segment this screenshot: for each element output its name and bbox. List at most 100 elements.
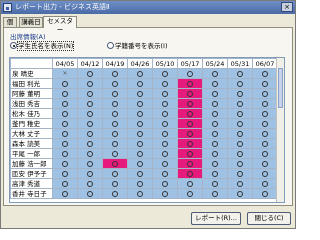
attendance-cell[interactable] xyxy=(152,68,178,79)
attendance-cell[interactable] xyxy=(102,138,128,149)
close-icon[interactable]: × xyxy=(281,2,293,12)
attendance-cell[interactable] xyxy=(52,178,78,189)
attendance-cell[interactable] xyxy=(202,178,228,189)
attendance-cell[interactable] xyxy=(252,138,278,149)
attendance-cell[interactable] xyxy=(227,98,253,109)
attendance-cell[interactable] xyxy=(127,68,153,79)
attendance-cell[interactable] xyxy=(127,88,153,99)
student-row[interactable]: 福田 利光 xyxy=(10,78,278,89)
attendance-cell[interactable] xyxy=(77,118,103,129)
attendance-cell[interactable] xyxy=(77,128,103,139)
attendance-cell[interactable] xyxy=(102,148,128,159)
student-row[interactable]: 阿藤 董明 xyxy=(10,88,278,99)
attendance-cell[interactable] xyxy=(77,68,103,79)
attendance-cell[interactable] xyxy=(177,88,203,99)
attendance-cell[interactable] xyxy=(202,138,228,149)
attendance-cell[interactable] xyxy=(177,68,203,79)
attendance-cell[interactable] xyxy=(227,78,253,89)
attendance-cell[interactable] xyxy=(52,108,78,119)
student-row[interactable]: 浅田 秀吉 xyxy=(10,98,278,109)
attendance-cell[interactable] xyxy=(52,188,78,199)
attendance-cell[interactable] xyxy=(52,158,78,169)
attendance-cell[interactable] xyxy=(77,78,103,89)
attendance-cell[interactable] xyxy=(52,138,78,149)
attendance-cell[interactable] xyxy=(177,98,203,109)
attendance-cell[interactable] xyxy=(177,78,203,89)
attendance-cell[interactable] xyxy=(252,88,278,99)
tab-semester[interactable]: セメスター xyxy=(43,16,77,34)
attendance-cell[interactable] xyxy=(177,108,203,119)
attendance-cell[interactable] xyxy=(102,88,128,99)
student-row[interactable]: 泉 晴史 × xyxy=(10,68,278,79)
attendance-cell[interactable] xyxy=(77,108,103,119)
attendance-cell[interactable] xyxy=(77,168,103,179)
attendance-cell[interactable] xyxy=(127,158,153,169)
attendance-cell[interactable] xyxy=(202,148,228,159)
attendance-cell[interactable] xyxy=(102,78,128,89)
attendance-cell[interactable] xyxy=(102,128,128,139)
student-row[interactable]: 匝安 伊予子 xyxy=(10,168,278,179)
attendance-cell[interactable] xyxy=(202,98,228,109)
attendance-cell[interactable] xyxy=(52,118,78,129)
attendance-cell[interactable] xyxy=(152,88,178,99)
radio-show-student-id[interactable]: 学籍番号を表示(I) xyxy=(107,41,168,51)
attendance-cell[interactable] xyxy=(152,128,178,139)
attendance-cell[interactable] xyxy=(252,108,278,119)
attendance-cell[interactable] xyxy=(127,78,153,89)
attendance-cell[interactable] xyxy=(252,158,278,169)
attendance-cell[interactable] xyxy=(252,78,278,89)
attendance-cell[interactable] xyxy=(127,178,153,189)
attendance-cell[interactable] xyxy=(77,178,103,189)
student-row[interactable]: 加藤 浩一郎 xyxy=(10,158,278,169)
student-row[interactable]: 香井 寺日子 xyxy=(10,188,278,199)
student-row[interactable]: 釜門 稚史 xyxy=(10,118,278,129)
attendance-cell[interactable] xyxy=(77,138,103,149)
report-button[interactable]: レポート(R)... xyxy=(191,212,241,225)
attendance-cell[interactable] xyxy=(252,118,278,129)
attendance-cell[interactable] xyxy=(177,178,203,189)
attendance-cell[interactable] xyxy=(102,188,128,199)
attendance-cell[interactable] xyxy=(127,138,153,149)
attendance-cell[interactable] xyxy=(177,118,203,129)
attendance-cell[interactable] xyxy=(152,118,178,129)
attendance-cell[interactable] xyxy=(202,188,228,199)
attendance-cell[interactable] xyxy=(227,88,253,99)
attendance-cell[interactable] xyxy=(52,148,78,159)
title-bar[interactable]: レポート出力 - ビジネス英語Ⅱ × xyxy=(1,1,295,14)
attendance-cell[interactable] xyxy=(102,158,128,169)
student-row[interactable]: 森本 読美 xyxy=(10,138,278,149)
scrollbar-thumb[interactable] xyxy=(278,68,283,108)
attendance-cell[interactable] xyxy=(227,118,253,129)
attendance-cell[interactable] xyxy=(227,158,253,169)
attendance-cell[interactable] xyxy=(52,168,78,179)
attendance-cell[interactable] xyxy=(152,78,178,89)
attendance-cell[interactable] xyxy=(227,168,253,179)
attendance-cell[interactable] xyxy=(127,188,153,199)
radio-show-student-name[interactable]: 学生氏名を表示(N) xyxy=(10,41,75,51)
attendance-cell[interactable] xyxy=(152,138,178,149)
attendance-cell[interactable] xyxy=(252,68,278,79)
attendance-cell[interactable] xyxy=(177,168,203,179)
attendance-cell[interactable] xyxy=(227,108,253,119)
attendance-cell[interactable] xyxy=(127,108,153,119)
attendance-cell[interactable] xyxy=(227,178,253,189)
attendance-cell[interactable] xyxy=(52,98,78,109)
student-row[interactable]: 高津 秀道 xyxy=(10,178,278,189)
vertical-scrollbar[interactable] xyxy=(276,58,284,202)
attendance-cell[interactable] xyxy=(177,128,203,139)
attendance-cell[interactable] xyxy=(127,168,153,179)
attendance-cell[interactable] xyxy=(152,168,178,179)
attendance-cell[interactable] xyxy=(227,68,253,79)
attendance-cell[interactable] xyxy=(177,158,203,169)
close-button[interactable]: 閉じる(C) xyxy=(247,212,291,225)
student-row[interactable]: 大林 丈子 xyxy=(10,128,278,139)
attendance-cell[interactable] xyxy=(202,168,228,179)
attendance-cell[interactable] xyxy=(102,178,128,189)
attendance-cell[interactable] xyxy=(152,188,178,199)
student-row[interactable]: 平尾 一郎 xyxy=(10,148,278,159)
attendance-cell[interactable] xyxy=(252,178,278,189)
attendance-cell[interactable] xyxy=(52,88,78,99)
attendance-cell[interactable] xyxy=(177,138,203,149)
attendance-cell[interactable] xyxy=(77,88,103,99)
attendance-cell[interactable] xyxy=(202,158,228,169)
